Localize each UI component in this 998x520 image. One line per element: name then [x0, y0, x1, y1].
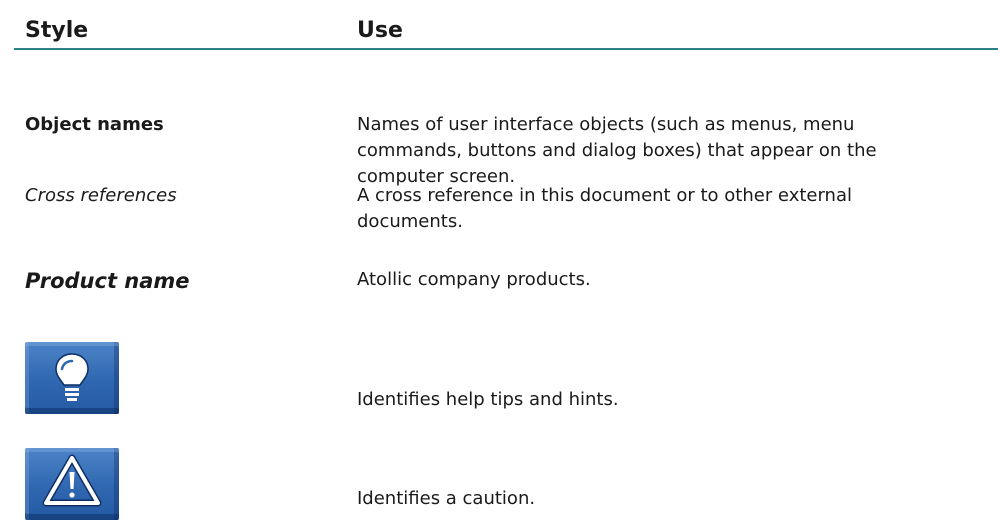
lightbulb-icon [55, 353, 89, 401]
caution-icon-box [25, 448, 119, 520]
use-line: Atollic company products. [357, 269, 591, 290]
style-object-names: Object names [25, 114, 164, 135]
use-object-names: Names of user interface objects (such as… [357, 112, 982, 190]
warning-triangle-icon [42, 454, 102, 507]
style-cross-references: Cross references [25, 185, 177, 206]
use-line: Names of user interface objects (such as… [357, 114, 855, 135]
style-column-header: Style [25, 18, 89, 43]
use-column-header: Use [357, 18, 403, 43]
use-cross-references: A cross reference in this document or to… [357, 183, 982, 235]
tip-icon-box [25, 342, 119, 414]
use-product-name: Atollic company products. [357, 267, 982, 293]
use-line: A cross reference in this document or to… [357, 185, 852, 206]
use-line: documents. [357, 211, 463, 232]
use-caution: Identifies a caution. [357, 488, 536, 509]
header-divider [14, 48, 998, 50]
style-product-name: Product name [25, 269, 190, 293]
use-line: commands, buttons and dialog boxes) that… [357, 140, 877, 161]
use-tip: Identifies help tips and hints. [357, 389, 619, 410]
